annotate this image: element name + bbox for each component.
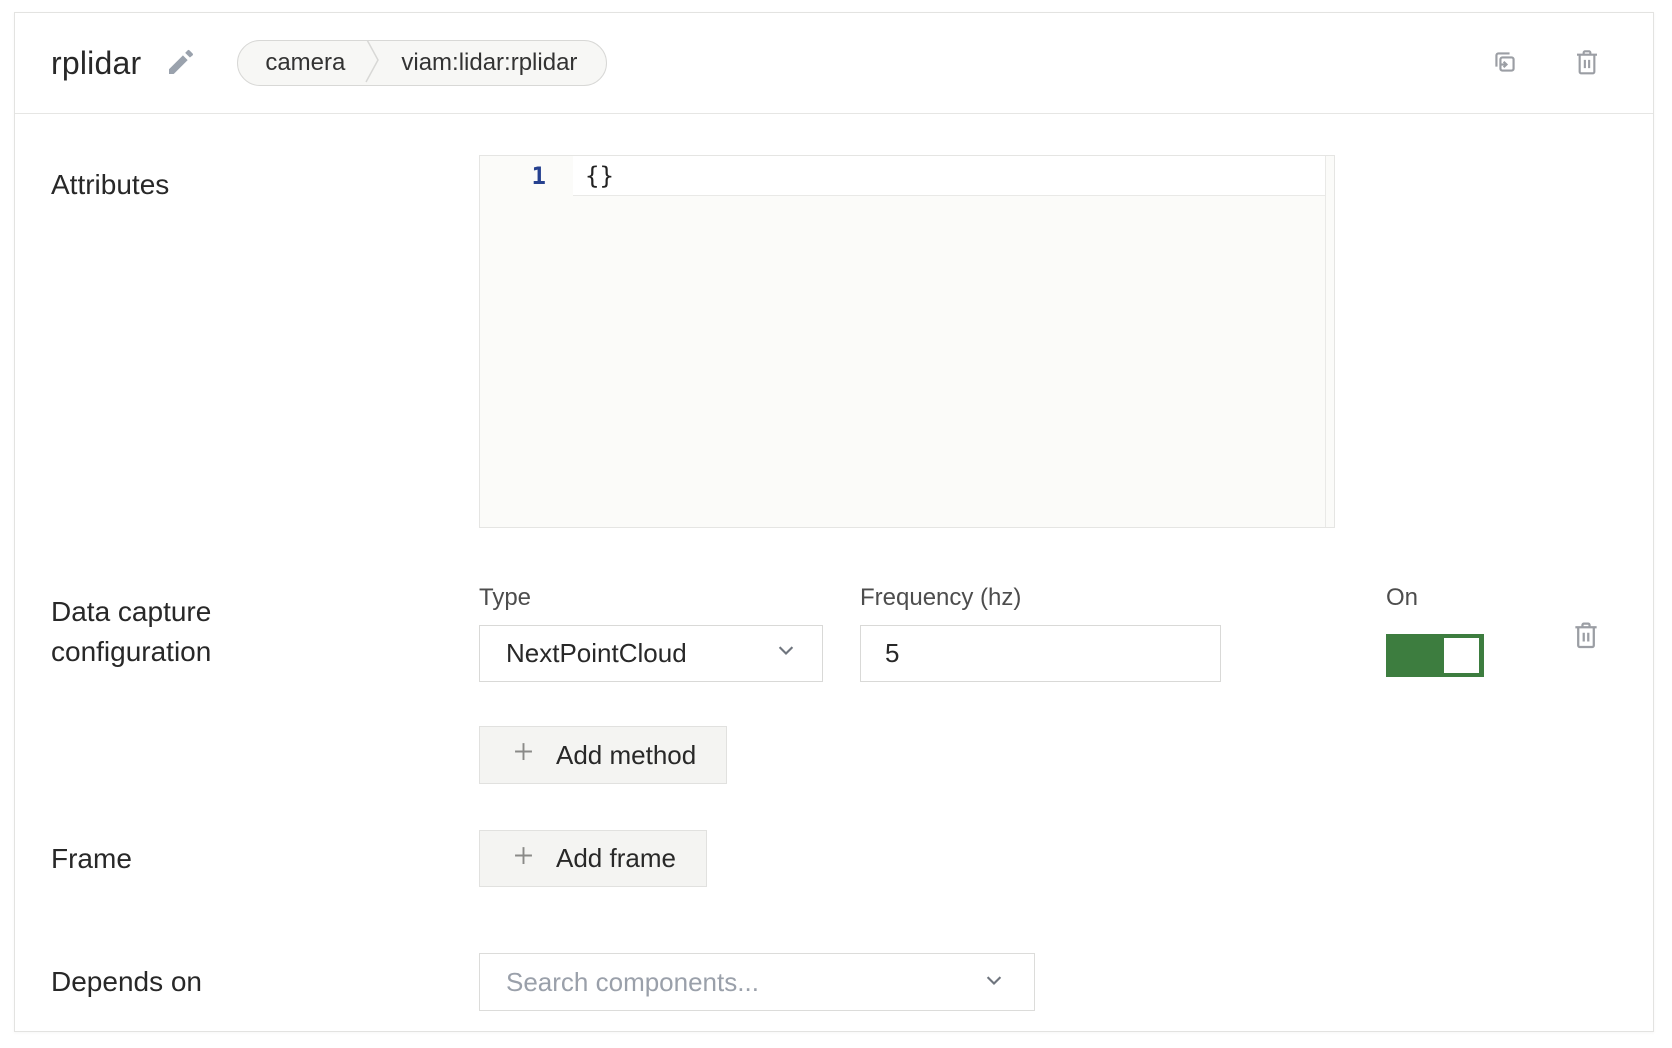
trash-icon (1569, 618, 1603, 655)
badge-subtype: camera (238, 49, 365, 77)
component-config-body: Attributes 1 {} Data capture configurati… (15, 114, 1653, 1011)
capture-toggle-group: On (1386, 584, 1484, 677)
trash-icon (1571, 46, 1603, 81)
editor-scrollbar[interactable] (1325, 156, 1334, 527)
data-capture-row: Data capture configuration Type NextPoin… (51, 584, 1603, 682)
frame-row: Frame Add frame (51, 830, 1603, 887)
add-frame-label: Add frame (556, 843, 676, 874)
editor-active-line[interactable]: {} (573, 156, 1334, 196)
pencil-icon (165, 46, 197, 81)
delete-capture-method-button[interactable] (1569, 618, 1603, 655)
delete-component-button[interactable] (1571, 46, 1603, 81)
duplicate-icon (1489, 46, 1521, 81)
chevron-down-icon (772, 636, 800, 671)
capture-type-value: NextPointCloud (506, 638, 687, 669)
depends-on-row: Depends on (51, 953, 1603, 1011)
capture-frequency-input[interactable] (860, 625, 1221, 682)
rename-button[interactable] (165, 46, 197, 81)
attributes-row: Attributes 1 {} (51, 155, 1603, 528)
data-capture-toggle[interactable] (1386, 634, 1484, 677)
plus-icon (510, 738, 537, 772)
editor-line-number-gutter: 1 (480, 156, 573, 527)
add-method-button[interactable]: Add method (479, 726, 727, 784)
chevron-down-icon (980, 966, 1008, 999)
attributes-label: Attributes (51, 155, 479, 205)
editor-line-number: 1 (480, 156, 573, 196)
duplicate-component-button[interactable] (1489, 46, 1521, 81)
editor-content[interactable]: {} (573, 156, 1334, 527)
depends-on-search-input[interactable] (488, 967, 980, 998)
capture-toggle-label: On (1386, 584, 1484, 612)
toggle-knob (1444, 638, 1479, 673)
capture-type-group: Type NextPointCloud (479, 584, 823, 682)
component-name: rplidar (51, 45, 141, 82)
plus-icon (510, 842, 537, 876)
depends-on-label: Depends on (51, 962, 479, 1002)
component-header: rplidar camera viam:lidar:rplidar (15, 13, 1653, 114)
data-capture-label: Data capture configuration (51, 584, 351, 672)
badge-model: viam:lidar:rplidar (380, 49, 606, 77)
component-type-badge: camera viam:lidar:rplidar (237, 40, 607, 86)
frame-label: Frame (51, 839, 479, 879)
header-actions (1489, 46, 1603, 81)
add-frame-button[interactable]: Add frame (479, 830, 707, 887)
attributes-json-editor[interactable]: 1 {} (479, 155, 1335, 528)
capture-frequency-group: Frequency (hz) (860, 584, 1221, 682)
add-method-label: Add method (556, 740, 696, 771)
capture-frequency-label: Frequency (hz) (860, 584, 1221, 612)
add-method-row: Add method (51, 726, 1603, 784)
data-capture-method-row: Type NextPointCloud Frequency (hz) (479, 584, 1603, 682)
capture-type-label: Type (479, 584, 823, 612)
depends-on-select[interactable] (479, 953, 1035, 1011)
component-config-card: rplidar camera viam:lidar:rplidar (14, 12, 1654, 1032)
capture-type-select[interactable]: NextPointCloud (479, 625, 823, 682)
badge-chevron-divider (365, 40, 380, 86)
